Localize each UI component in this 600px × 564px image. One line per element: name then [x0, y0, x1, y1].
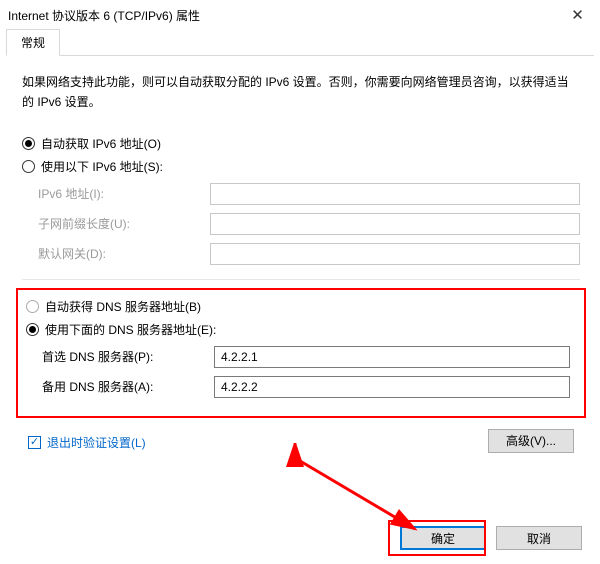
titlebar: Internet 协议版本 6 (TCP/IPv6) 属性 ✕: [0, 0, 600, 30]
dns-manual-option[interactable]: 使用下面的 DNS 服务器地址(E):: [26, 321, 570, 338]
preferred-dns-label: 首选 DNS 服务器(P):: [34, 348, 214, 365]
alternate-dns-label: 备用 DNS 服务器(A):: [34, 378, 214, 395]
subnet-prefix-label: 子网前缀长度(U):: [30, 215, 210, 232]
window-title: Internet 协议版本 6 (TCP/IPv6) 属性: [8, 7, 555, 24]
dns-manual-label: 使用下面的 DNS 服务器地址(E):: [45, 321, 216, 338]
dns-fields: 首选 DNS 服务器(P): 备用 DNS 服务器(A):: [34, 346, 570, 398]
dns-auto-label: 自动获得 DNS 服务器地址(B): [45, 298, 201, 315]
preferred-dns-input[interactable]: [214, 346, 570, 368]
ip-auto-option[interactable]: 自动获取 IPv6 地址(O): [22, 135, 580, 152]
default-gateway-label: 默认网关(D):: [30, 245, 210, 262]
ipv6-address-label: IPv6 地址(I):: [30, 185, 210, 202]
checkbox-icon: ✓: [28, 436, 41, 449]
radio-icon: [22, 137, 35, 150]
radio-icon: [22, 160, 35, 173]
default-gateway-input: [210, 243, 580, 265]
ipv6-address-input: [210, 183, 580, 205]
advanced-button[interactable]: 高级(V)...: [488, 429, 574, 453]
ip-manual-option[interactable]: 使用以下 IPv6 地址(S):: [22, 158, 580, 175]
ok-button[interactable]: 确定: [400, 526, 486, 550]
validate-label: 退出时验证设置(L): [47, 434, 146, 451]
tab-content: 如果网络支持此功能，则可以自动获取分配的 IPv6 设置。否则，你需要向网络管理…: [0, 56, 600, 453]
cancel-button[interactable]: 取消: [496, 526, 582, 550]
radio-icon: [26, 323, 39, 336]
close-icon: ✕: [571, 6, 584, 24]
alternate-dns-input[interactable]: [214, 376, 570, 398]
separator: [22, 279, 580, 280]
close-button[interactable]: ✕: [555, 0, 600, 30]
subnet-prefix-input: [210, 213, 580, 235]
dns-group: 自动获得 DNS 服务器地址(B) 使用下面的 DNS 服务器地址(E): 首选…: [22, 288, 580, 418]
description-text: 如果网络支持此功能，则可以自动获取分配的 IPv6 设置。否则，你需要向网络管理…: [22, 72, 580, 113]
tab-general[interactable]: 常规: [6, 29, 60, 56]
tabs: 常规: [6, 32, 594, 56]
ip-fields: IPv6 地址(I): 子网前缀长度(U): 默认网关(D):: [30, 183, 580, 265]
dns-auto-option[interactable]: 自动获得 DNS 服务器地址(B): [26, 298, 570, 315]
ip-auto-label: 自动获取 IPv6 地址(O): [41, 135, 161, 152]
ip-group: 自动获取 IPv6 地址(O) 使用以下 IPv6 地址(S): IPv6 地址…: [22, 135, 580, 265]
radio-icon: [26, 300, 39, 313]
dialog-buttons: 确定 取消: [400, 526, 582, 550]
ip-manual-label: 使用以下 IPv6 地址(S):: [41, 158, 163, 175]
